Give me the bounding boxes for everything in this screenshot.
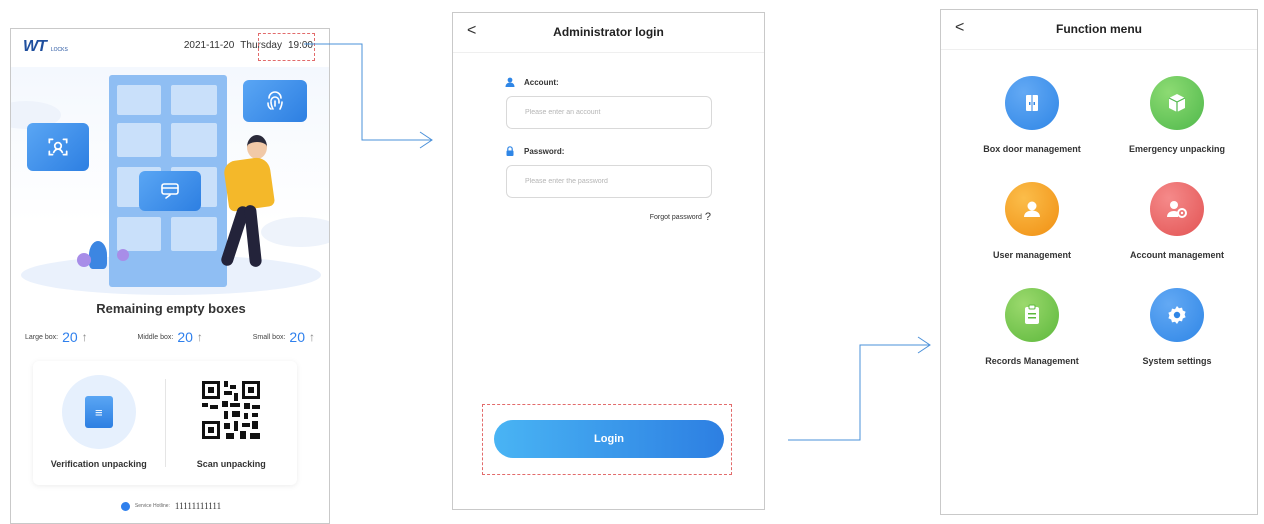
phone-icon (120, 501, 130, 511)
person-illustration (247, 135, 267, 159)
brand-logo: WT LOCKS (23, 38, 68, 56)
login-topbar: < Administrator login (453, 13, 764, 53)
menu-item-records-management[interactable]: Records Management (952, 288, 1112, 366)
connector-arrowhead (419, 131, 433, 149)
box-availability-row: Large box: 20 ↑ Middle box: 20 ↑ Small b… (25, 329, 315, 345)
login-screen: < Administrator login Account: Password:… (452, 12, 765, 510)
service-hotline: Service Hotline: 11111111111 (11, 501, 329, 511)
plant-decoration (77, 253, 91, 267)
face-scan-icon (27, 123, 89, 171)
unpacking-actions-panel: ≡ Verification unpacking Scan unpacking (33, 361, 297, 485)
connector-login-to-menu (788, 344, 930, 441)
question-mark-icon: ? (704, 211, 711, 223)
time-highlight-box (258, 33, 315, 61)
brand-subtitle: LOCKS (50, 47, 68, 53)
qr-code-icon (202, 381, 261, 439)
arrow-up-icon: ↑ (309, 330, 315, 344)
cloud-decoration (261, 217, 329, 247)
account-label: Account: (505, 77, 559, 87)
menu-item-user-management[interactable]: User management (952, 182, 1112, 260)
user-icon (1005, 182, 1059, 236)
menu-item-system-settings[interactable]: System settings (1097, 288, 1257, 366)
lock-icon (506, 146, 514, 156)
account-input[interactable] (506, 96, 712, 129)
password-input[interactable] (506, 165, 712, 198)
plant-decoration (117, 249, 129, 261)
hotline-number: 11111111111 (174, 501, 222, 511)
clipboard-icon (1005, 288, 1059, 342)
menu-item-box-door-management[interactable]: Box door management (952, 76, 1112, 154)
arrow-up-icon: ↑ (81, 330, 88, 344)
gear-icon (1150, 288, 1204, 342)
user-icon (505, 77, 515, 87)
page-title: Function menu (1056, 22, 1142, 36)
scan-unpacking-label: Scan unpacking (196, 459, 266, 469)
password-label: Password: (505, 146, 564, 156)
large-box-count: Large box: 20 ↑ (25, 329, 88, 345)
connector-arrowhead (917, 336, 931, 354)
fingerprint-icon (243, 80, 307, 122)
brand-mark: WT (23, 38, 47, 55)
page-title: Administrator login (553, 25, 664, 39)
menu-topbar: < Function menu (941, 10, 1257, 50)
person-torso (222, 156, 276, 212)
home-screen: WT LOCKS 2021-11-20 Thursday 19:00 Remai… (10, 28, 330, 524)
forgot-password-link[interactable]: Forgot password ? (650, 211, 711, 223)
scan-unpacking-button[interactable]: Scan unpacking (166, 361, 298, 485)
date-text: 2021-11-20 (183, 40, 235, 51)
verification-icon: ≡ (61, 375, 136, 449)
middle-box-count: Middle box: 20 ↑ (137, 329, 203, 345)
hotline-label: Service Hotline: (134, 503, 170, 509)
door-icon (1005, 76, 1059, 130)
arrow-up-icon: ↑ (196, 330, 203, 344)
hero-illustration (11, 67, 329, 295)
plant-decoration (89, 241, 107, 269)
verification-unpacking-label: Verification unpacking (50, 459, 147, 469)
small-box-count: Small box: 20 ↑ (252, 329, 315, 345)
function-menu-screen: < Function menu Box door management Emer… (940, 9, 1258, 515)
card-swipe-icon (139, 171, 201, 211)
box-icon (1150, 76, 1204, 130)
menu-item-emergency-unpacking[interactable]: Emergency unpacking (1097, 76, 1257, 154)
login-button[interactable]: Login (494, 420, 724, 458)
verification-unpacking-button[interactable]: ≡ Verification unpacking (33, 361, 165, 485)
user-gear-icon (1150, 182, 1204, 236)
remaining-title: Remaining empty boxes (96, 301, 246, 316)
menu-item-account-management[interactable]: Account management (1097, 182, 1257, 260)
